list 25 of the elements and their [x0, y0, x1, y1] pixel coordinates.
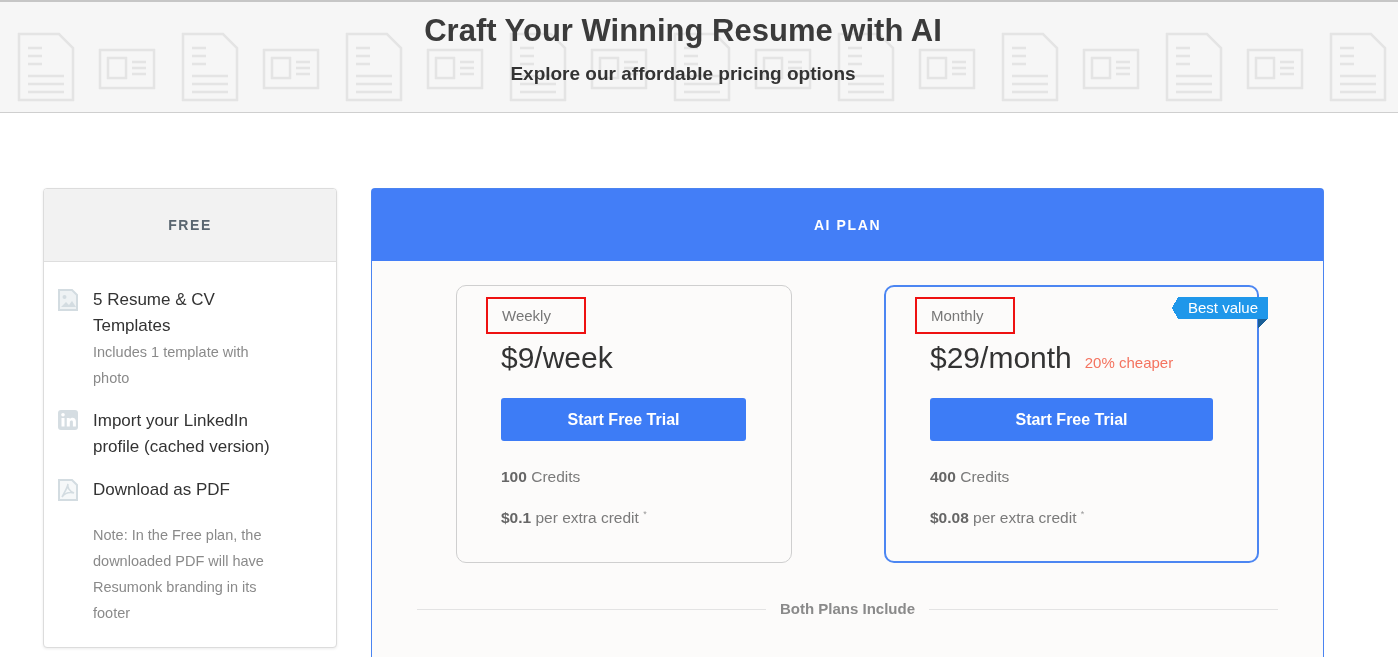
best-value-ribbon: Best value: [1171, 297, 1268, 328]
plan-note: Note: In the Free plan, the downloaded PDF will have Resumonk branding in its footer: [93, 526, 265, 623]
extra-credit-text: $0.08 per extra credit $^{*}$: [930, 508, 1086, 529]
pdf-file-icon: [58, 479, 78, 501]
extra-credit-text: $0.1 per extra credit $^{*}$: [501, 508, 648, 529]
section-heading: Both Plans Include: [780, 600, 915, 618]
plan-period-label: Monthly: [931, 305, 984, 326]
credits-text: 400 Credits: [930, 467, 1011, 487]
discount-text: 20% cheaper: [1084, 354, 1174, 371]
feature-text: 5 Resume & CV Templates: [93, 289, 216, 337]
page-subtitle: Explore our affordable pricing options: [510, 62, 856, 86]
price-text: $9/week: [501, 340, 613, 376]
linkedin-icon: [58, 410, 78, 430]
page-title: Craft Your Winning Resume with AI: [424, 12, 942, 50]
plan-title: FREE: [168, 217, 212, 233]
image-file-icon: [58, 289, 78, 311]
feature-text: Download as PDF: [93, 479, 231, 501]
feature-note: Includes 1 template with photo: [93, 343, 250, 388]
plan-period-label: Weekly: [502, 305, 551, 326]
credits-text: 100 Credits: [501, 467, 582, 487]
plan-title: AI PLAN: [813, 217, 882, 233]
start-trial-button[interactable]: Start Free Trial: [930, 398, 1213, 441]
start-trial-button[interactable]: Start Free Trial: [501, 398, 746, 441]
feature-text: Import your LinkedIn profile (cached version): [93, 410, 271, 458]
price-text: $29/month: [930, 340, 1072, 376]
